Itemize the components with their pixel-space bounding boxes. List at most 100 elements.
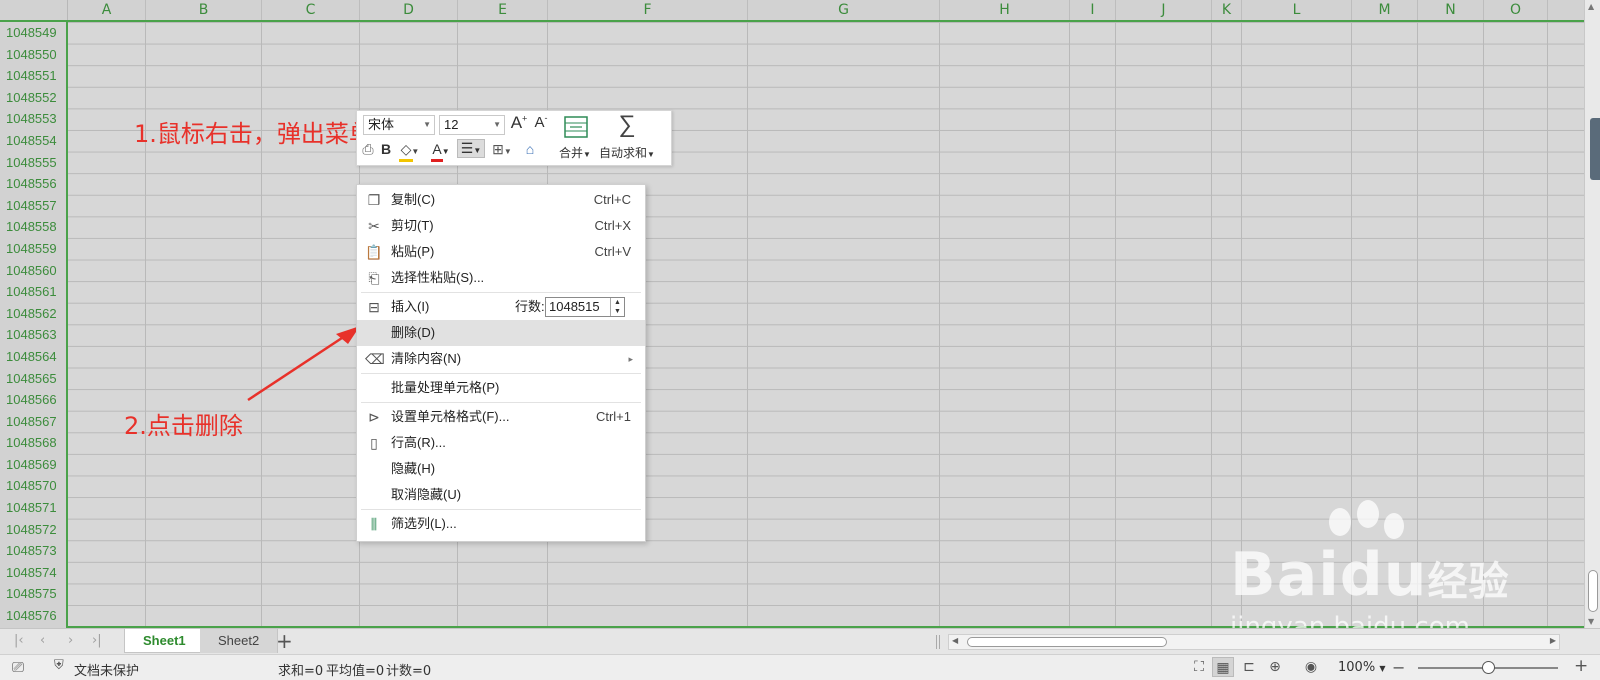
menu-item-cut[interactable]: ✂ 剪切(T) Ctrl+X	[357, 213, 645, 239]
column-header-m[interactable]: M	[1352, 0, 1418, 20]
menu-item-row-height[interactable]: ▯ 行高(R)...	[357, 430, 645, 456]
autosum-button[interactable]: 自动求和▼	[599, 144, 655, 161]
row-number[interactable]: 1048554	[0, 130, 66, 152]
column-header-k[interactable]: K	[1212, 0, 1242, 20]
row-number[interactable]: 1048552	[0, 87, 66, 109]
scroll-down-icon[interactable]: ▼	[1588, 617, 1594, 626]
select-all-corner[interactable]	[0, 0, 68, 20]
vertical-scrollbar[interactable]: ▲ ▼	[1584, 0, 1600, 628]
column-header-i[interactable]: I	[1070, 0, 1116, 20]
column-header-l[interactable]: L	[1242, 0, 1352, 20]
font-color-button[interactable]: A▼	[429, 141, 453, 157]
column-header-g[interactable]: G	[748, 0, 940, 20]
zoom-in-icon[interactable]: +	[1574, 656, 1588, 676]
menu-item-batch-process[interactable]: 批量处理单元格(P)	[357, 375, 645, 401]
row-number[interactable]: 1048557	[0, 195, 66, 217]
row-number[interactable]: 1048573	[0, 540, 66, 562]
next-sheet-icon[interactable]: ›	[68, 633, 73, 648]
protect-status[interactable]: 文档未保护	[74, 660, 139, 679]
row-number[interactable]: 1048574	[0, 562, 66, 584]
borders-icon[interactable]: ⊞▼	[489, 141, 515, 158]
align-center-icon[interactable]: ☰▼	[457, 139, 485, 158]
row-number[interactable]: 1048569	[0, 454, 66, 476]
row-number[interactable]: 1048575	[0, 583, 66, 605]
page-layout-icon[interactable]: ⊕	[1264, 657, 1286, 677]
row-number[interactable]: 1048564	[0, 346, 66, 368]
zoom-level[interactable]: 100% ▼	[1338, 660, 1385, 675]
row-number[interactable]: 1048560	[0, 260, 66, 282]
last-sheet-icon[interactable]: ›|	[92, 633, 102, 648]
row-number[interactable]: 1048549	[0, 22, 66, 44]
add-sheet-icon[interactable]: +	[276, 630, 293, 652]
menu-item-clear-contents[interactable]: ⌫ 清除内容(N) ▸	[357, 346, 645, 372]
row-number[interactable]: 1048563	[0, 324, 66, 346]
bold-button[interactable]: B	[379, 141, 393, 157]
sigma-icon[interactable]: ∑	[615, 111, 639, 139]
menu-item-hide[interactable]: 隐藏(H)	[357, 456, 645, 482]
row-number[interactable]: 1048561	[0, 281, 66, 303]
fill-color-icon[interactable]: ◇▼	[397, 141, 423, 158]
menu-item-format-cells[interactable]: ⊳ 设置单元格格式(F)... Ctrl+1	[357, 404, 645, 430]
merge-button[interactable]: 合并▼	[559, 144, 591, 161]
fullscreen-icon[interactable]: ⛶	[1188, 657, 1210, 677]
row-number[interactable]: 1048571	[0, 497, 66, 519]
zoom-slider-handle[interactable]	[1482, 661, 1495, 674]
rows-count-input[interactable]: 1048515 ▲ ▼	[545, 297, 625, 317]
page-break-view-icon[interactable]: ⊏	[1238, 657, 1260, 677]
font-size-select[interactable]: 12 ▼	[439, 115, 505, 135]
sheet-view-icon[interactable]: ⎚	[12, 658, 24, 676]
column-header-e[interactable]: E	[458, 0, 548, 20]
increase-font-icon[interactable]: A+	[509, 113, 529, 133]
row-number[interactable]: 1048556	[0, 173, 66, 195]
row-number[interactable]: 1048576	[0, 605, 66, 627]
column-header-f[interactable]: F	[548, 0, 748, 20]
tab-split-handle[interactable]	[936, 635, 940, 649]
prev-sheet-icon[interactable]: ‹	[40, 633, 45, 648]
scroll-right-icon[interactable]: ▶	[1550, 636, 1556, 645]
sheet-tab-sheet1[interactable]: Sheet1	[124, 629, 205, 653]
menu-item-insert[interactable]: ⊟ 插入(I) 行数: 1048515 ▲ ▼	[357, 294, 645, 320]
eye-protect-icon[interactable]: ◉	[1300, 657, 1322, 677]
normal-view-icon[interactable]: ▦	[1212, 657, 1234, 677]
menu-item-paste[interactable]: 📋 粘贴(P) Ctrl+V	[357, 239, 645, 265]
menu-item-paste-special[interactable]: ⎗ 选择性粘贴(S)...	[357, 265, 645, 291]
scroll-left-icon[interactable]: ◀	[952, 636, 958, 645]
row-number[interactable]: 1048567	[0, 411, 66, 433]
clear-format-icon[interactable]: ⌂	[521, 141, 539, 157]
row-number[interactable]: 1048572	[0, 519, 66, 541]
column-header-n[interactable]: N	[1418, 0, 1484, 20]
row-number[interactable]: 1048558	[0, 216, 66, 238]
row-number[interactable]: 1048568	[0, 432, 66, 454]
horizontal-scrollbar[interactable]: ◀ ▶	[948, 634, 1560, 650]
zoom-out-icon[interactable]: −	[1392, 658, 1405, 677]
row-number[interactable]: 1048550	[0, 44, 66, 66]
row-number[interactable]: 1048566	[0, 389, 66, 411]
row-number[interactable]: 1048559	[0, 238, 66, 260]
row-number[interactable]: 1048553	[0, 108, 66, 130]
horizontal-scroll-thumb[interactable]	[967, 637, 1167, 647]
column-header-d[interactable]: D	[360, 0, 458, 20]
menu-item-copy[interactable]: ❐ 复制(C) Ctrl+C	[357, 187, 645, 213]
scroll-up-icon[interactable]: ▲	[1588, 2, 1594, 11]
row-number[interactable]: 1048562	[0, 303, 66, 325]
rows-count-spinner[interactable]: ▲ ▼	[610, 298, 624, 316]
row-number[interactable]: 1048551	[0, 65, 66, 87]
format-painter-icon[interactable]: ⎙	[359, 141, 377, 158]
row-number[interactable]: 1048565	[0, 368, 66, 390]
column-header-a[interactable]: A	[68, 0, 146, 20]
column-header-o[interactable]: O	[1484, 0, 1548, 20]
column-header-b[interactable]: B	[146, 0, 262, 20]
row-number[interactable]: 1048555	[0, 152, 66, 174]
column-header-c[interactable]: C	[262, 0, 360, 20]
menu-item-unhide[interactable]: 取消隐藏(U)	[357, 482, 645, 508]
vertical-scroll-thumb[interactable]	[1588, 570, 1598, 612]
menu-item-delete[interactable]: 删除(D)	[357, 320, 645, 346]
menu-item-filter-column[interactable]: ⫼ 筛选列(L)...	[357, 511, 645, 537]
decrease-font-icon[interactable]: A-	[531, 113, 551, 131]
row-number[interactable]: 1048570	[0, 475, 66, 497]
column-header-j[interactable]: J	[1116, 0, 1212, 20]
font-name-select[interactable]: 宋体 ▼	[363, 115, 435, 135]
first-sheet-icon[interactable]: |‹	[14, 633, 24, 648]
side-panel-handle[interactable]	[1590, 118, 1600, 180]
column-header-h[interactable]: H	[940, 0, 1070, 20]
